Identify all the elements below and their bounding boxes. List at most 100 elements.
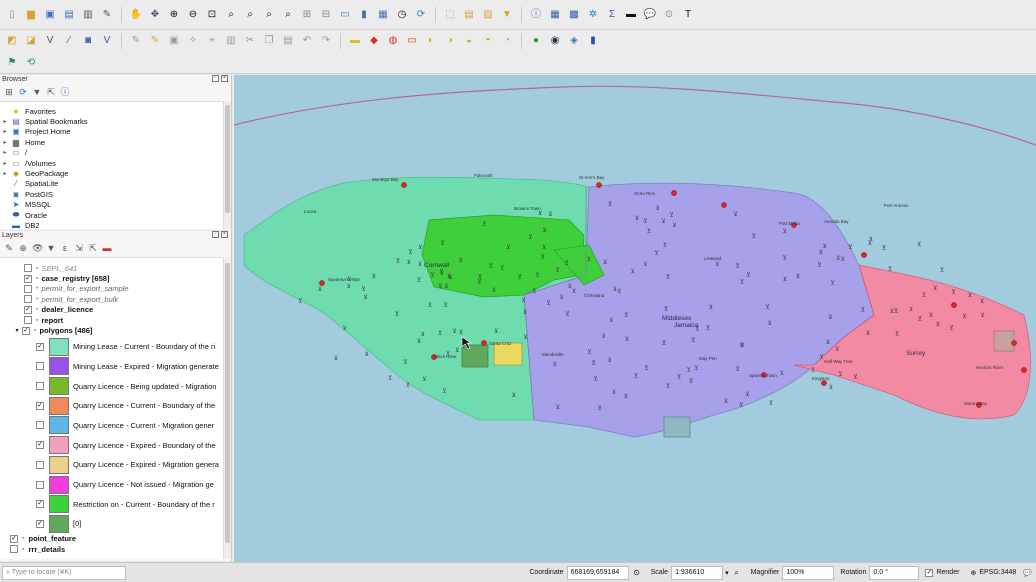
- close-panel-icon[interactable]: ×: [221, 231, 228, 238]
- browser-item[interactable]: ◙ PostGIS: [0, 189, 223, 199]
- print-layout-icon[interactable]: ▥: [80, 7, 96, 23]
- legend-category-row[interactable]: Quarry Licence - Being updated - Migrati…: [0, 376, 223, 396]
- toggle-editing-icon[interactable]: ✎: [128, 33, 144, 49]
- crs-label[interactable]: EPSG:3448: [979, 569, 1016, 576]
- zoom-scale-icon[interactable]: ⊙: [661, 7, 677, 23]
- delete-selected-icon[interactable]: ▥: [223, 33, 239, 49]
- add-delimited-text-icon[interactable]: V: [42, 33, 58, 49]
- category-checkbox[interactable]: ✓: [36, 441, 44, 450]
- paste-features-icon[interactable]: ▤: [280, 33, 296, 49]
- bookmark-icon[interactable]: ▮: [356, 7, 372, 23]
- statistics-icon[interactable]: Σ: [604, 7, 620, 23]
- scale-field[interactable]: 1:936610: [671, 565, 724, 580]
- collapse-all-icon[interactable]: ⇱: [88, 243, 98, 253]
- pan-to-selection-icon[interactable]: ✥: [147, 7, 163, 23]
- layer-visibility-checkbox[interactable]: ✓: [24, 274, 32, 283]
- add-vector-layer-icon[interactable]: ◩: [4, 33, 20, 49]
- diagram-move-icon[interactable]: ◒: [461, 33, 477, 49]
- legend-category-row[interactable]: Quarry Licence - Expired - Migration gen…: [0, 455, 223, 475]
- layer-visibility-checkbox[interactable]: ✓: [24, 305, 32, 314]
- share-icon[interactable]: ⟲: [23, 55, 39, 71]
- expand-arrow-icon[interactable]: ▸: [0, 160, 10, 167]
- browser-item[interactable]: ★ Favorites: [0, 106, 223, 116]
- legend-category-row[interactable]: Quarry Licence - Current - Migration gen…: [0, 416, 223, 436]
- layer-row[interactable]: • permit_for_export_sample: [0, 284, 223, 294]
- browser-item[interactable]: ▸ ▭ /Volumes: [0, 158, 223, 168]
- category-checkbox[interactable]: [36, 480, 44, 489]
- expand-arrow-icon[interactable]: ▾: [12, 327, 22, 334]
- python-console-icon[interactable]: ◈: [566, 33, 582, 49]
- zoom-in-icon[interactable]: ⊕: [166, 7, 182, 23]
- select-features-icon[interactable]: ⬚: [442, 7, 458, 23]
- locator-search-input[interactable]: ⌕ Type to locate (⌘K): [2, 565, 126, 580]
- add-group-icon[interactable]: ⊕: [18, 243, 28, 253]
- add-postgis-icon[interactable]: ◙: [80, 33, 96, 49]
- browser-item[interactable]: ▸ ▣ Project Home: [0, 127, 223, 137]
- layer-row[interactable]: • permit_for_export_bulk: [0, 294, 223, 304]
- collapse-all-icon[interactable]: ⇱: [46, 87, 56, 97]
- temporal-controller-icon[interactable]: ◷: [394, 7, 410, 23]
- save-as-icon[interactable]: ▤: [61, 7, 77, 23]
- select-location-icon[interactable]: ▼: [499, 7, 515, 23]
- category-checkbox[interactable]: ✓: [36, 342, 44, 351]
- layers-scroll-thumb[interactable]: [225, 263, 230, 543]
- new-project-icon[interactable]: ▯: [4, 7, 20, 23]
- save-project-icon[interactable]: ▣: [42, 7, 58, 23]
- label-change-icon[interactable]: ◑: [442, 33, 458, 49]
- map-svg[interactable]: ⊻ ⊻ ⊻ ⊻ ⊻ ⊻ ⊻ ⊻ ⊻ ⊻ ⊻ ⊻ ⊻ ⊻ ⊻ ⊻ ⊻ ⊻ ⊻ ⊻ ⊻ ⊻ ⊻ ⊻ ⊻ ⊻ ⊻ ⊻ ⊻ ⊻ ⊻ ⊻ ⊻ ⊻ ⊻ ⊻ ⊻ ⊻ ⊻ ⊻…: [234, 75, 1036, 562]
- zoom-selection-icon[interactable]: ⌕: [242, 7, 258, 23]
- expand-arrow-icon[interactable]: ▸: [0, 128, 10, 135]
- zoom-full-icon[interactable]: ⌕: [223, 7, 239, 23]
- vertex-tool-icon[interactable]: ⌖: [204, 33, 220, 49]
- category-checkbox[interactable]: [36, 421, 44, 430]
- browser-item[interactable]: ▸ ▤ Spatial Bookmarks: [0, 116, 223, 126]
- attribute-table-icon[interactable]: ▦: [547, 7, 563, 23]
- map-canvas[interactable]: ⊻ ⊻ ⊻ ⊻ ⊻ ⊻ ⊻ ⊻ ⊻ ⊻ ⊻ ⊻ ⊻ ⊻ ⊻ ⊻ ⊻ ⊻ ⊻ ⊻ ⊻ ⊻ ⊻ ⊻ ⊻ ⊻ ⊻ ⊻ ⊻ ⊻ ⊻ ⊻ ⊻ ⊻ ⊻ ⊻ ⊻ ⊻ ⊻ ⊻…: [234, 75, 1036, 562]
- close-panel-icon[interactable]: ×: [221, 75, 228, 82]
- plugin-db-icon[interactable]: ◉: [547, 33, 563, 49]
- layer-visibility-checkbox[interactable]: [24, 264, 32, 273]
- cut-features-icon[interactable]: ✂: [242, 33, 258, 49]
- category-checkbox[interactable]: [36, 382, 44, 391]
- zoom-next-icon[interactable]: ⊟: [318, 7, 334, 23]
- layer-row[interactable]: ▪ rrr_details: [0, 544, 223, 554]
- expand-arrow-icon[interactable]: ▸: [0, 149, 10, 156]
- add-feature-icon[interactable]: ✧: [185, 33, 201, 49]
- category-checkbox[interactable]: ✓: [36, 519, 44, 528]
- map-tips-icon[interactable]: 💬: [642, 7, 658, 23]
- label-show-icon[interactable]: ◍: [385, 33, 401, 49]
- plugin-book-icon[interactable]: ▮: [585, 33, 601, 49]
- legend-category-row[interactable]: ✓ [0]: [0, 514, 223, 534]
- browser-item[interactable]: ➤ MSSQL: [0, 200, 223, 210]
- copy-features-icon[interactable]: ❐: [261, 33, 277, 49]
- category-checkbox[interactable]: [36, 362, 44, 371]
- identify-icon[interactable]: ⓘ: [528, 7, 544, 23]
- pan-icon[interactable]: ✋: [128, 7, 144, 23]
- messages-icon[interactable]: 💬: [1023, 569, 1032, 577]
- label-undo-icon[interactable]: ◔: [499, 33, 515, 49]
- zoom-last-icon[interactable]: ⊞: [299, 7, 315, 23]
- select-by-value-icon[interactable]: ▤: [461, 7, 477, 23]
- layer-row[interactable]: ✓ ▪ point_feature: [0, 534, 223, 544]
- legend-category-row[interactable]: ✓ Quarry Licence - Expired - Boundary of …: [0, 435, 223, 455]
- refresh-icon[interactable]: ⟳: [18, 87, 28, 97]
- label-move-icon[interactable]: ▭: [404, 33, 420, 49]
- browser-scroll-thumb[interactable]: [225, 105, 230, 213]
- expand-arrow-icon[interactable]: ▸: [0, 118, 10, 125]
- browser-item[interactable]: ▸ ◆ GeoPackage: [0, 168, 223, 178]
- legend-category-row[interactable]: ✓ Quarry Licence - Current - Boundary of …: [0, 396, 223, 416]
- layer-row[interactable]: ▾ ✓ ▪ polygons [486]: [0, 325, 223, 335]
- add-wms-icon[interactable]: V: [99, 33, 115, 49]
- expand-all-icon[interactable]: ⇲: [74, 243, 84, 253]
- browser-item[interactable]: ⬬ Oracle: [0, 210, 223, 220]
- browser-item[interactable]: ⁄ SpatiaLite: [0, 179, 223, 189]
- remove-layer-icon[interactable]: ▬: [102, 243, 112, 253]
- manage-visibility-icon[interactable]: 👁: [32, 243, 43, 253]
- crs-globe-icon[interactable]: ⊕: [970, 569, 976, 577]
- layer-styling-icon[interactable]: ✎: [4, 243, 14, 253]
- filter-expression-icon[interactable]: ε: [60, 243, 70, 253]
- coordinate-field[interactable]: 668169,659184: [566, 565, 629, 580]
- lock-scale-icon[interactable]: ⊙: [629, 565, 645, 581]
- zoom-layer-icon[interactable]: ⌕: [261, 7, 277, 23]
- layer-row[interactable]: ✓ ▪ dealer_licence: [0, 305, 223, 315]
